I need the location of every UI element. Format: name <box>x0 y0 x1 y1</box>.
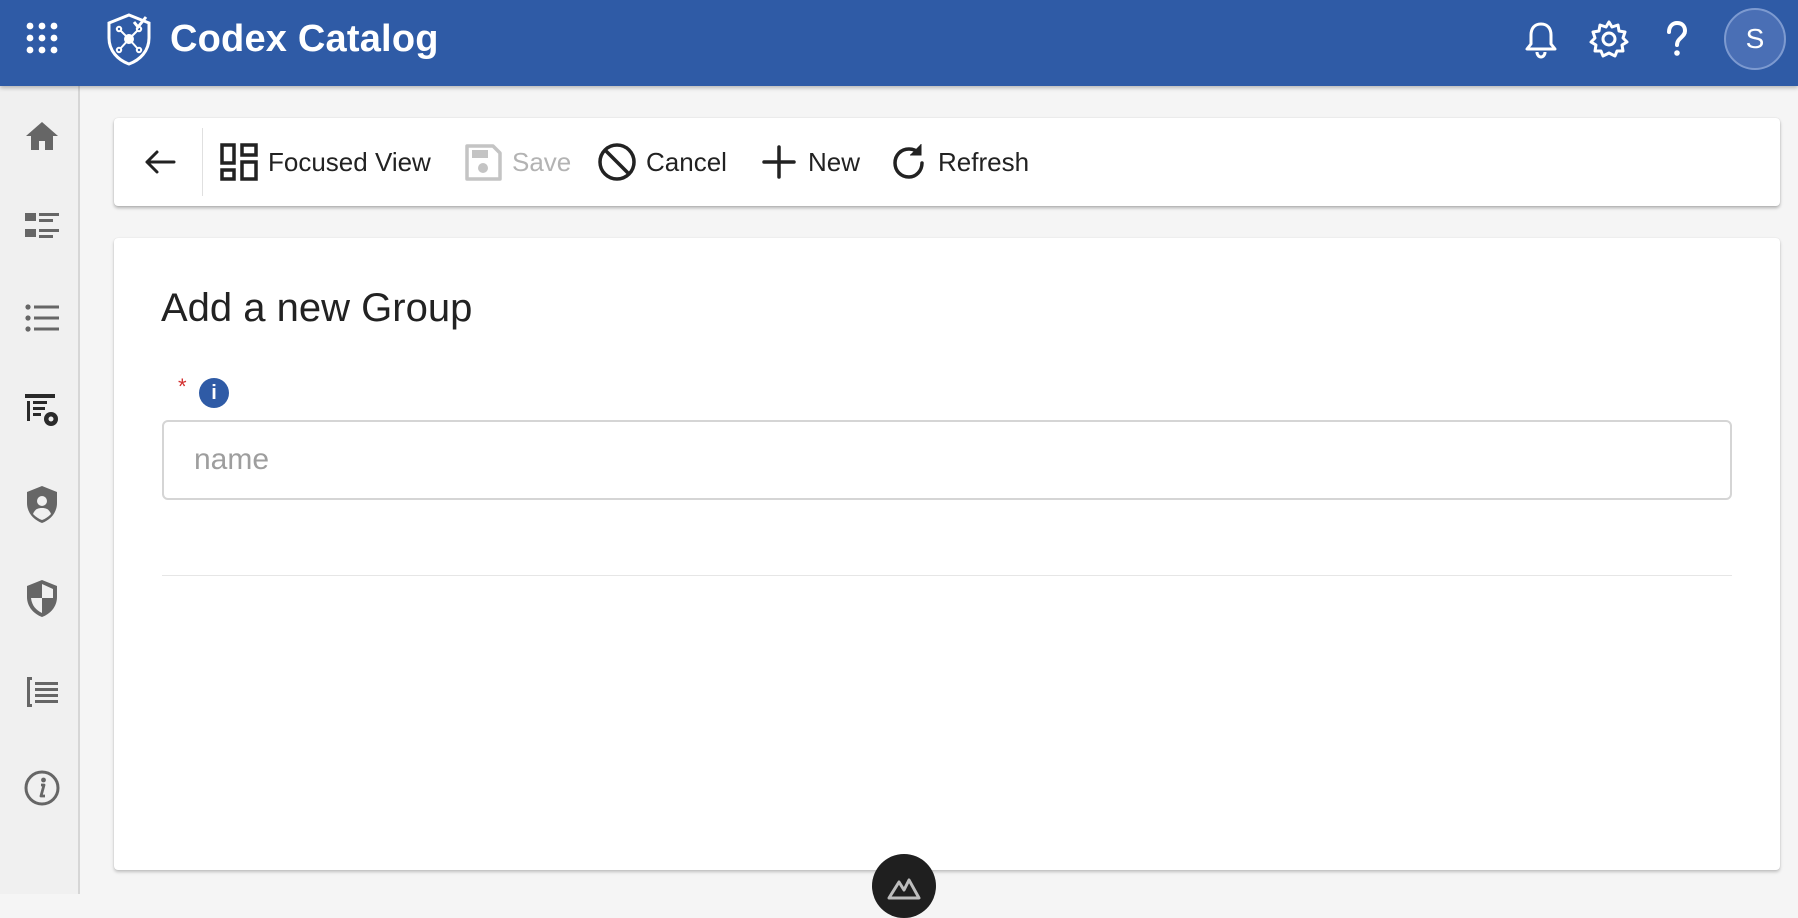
dashboard-grid-icon <box>220 143 258 181</box>
action-toolbar: Focused View Save Cancel New Refresh <box>114 118 1780 206</box>
user-shield-icon[interactable] <box>20 482 64 526</box>
required-marker: * <box>178 374 187 399</box>
arrow-left-icon[interactable] <box>140 142 180 182</box>
name-input[interactable] <box>162 420 1732 500</box>
gear-icon[interactable] <box>1588 18 1630 60</box>
info-circle-icon[interactable] <box>20 766 64 810</box>
focused-view-button[interactable]: Focused View <box>218 140 431 184</box>
save-button[interactable]: Save <box>462 140 571 184</box>
cancel-label: Cancel <box>646 146 727 177</box>
dashboard-list-icon[interactable] <box>20 204 64 248</box>
refresh-icon <box>893 144 924 179</box>
table-settings-icon[interactable] <box>20 388 64 432</box>
app-title: Codex Catalog <box>170 18 439 60</box>
side-navigation <box>0 86 80 894</box>
shield-logo-icon <box>107 13 151 66</box>
help-icon[interactable] <box>1656 18 1698 60</box>
refresh-label: Refresh <box>938 146 1030 177</box>
app-bar: Codex Catalog S <box>0 0 1798 86</box>
user-avatar[interactable]: S <box>1724 8 1786 70</box>
apps-grid-icon[interactable] <box>24 20 60 56</box>
mountain-logo-icon <box>887 878 921 900</box>
info-icon[interactable]: i <box>199 378 229 408</box>
floppy-disk-icon <box>465 144 502 181</box>
page-title: Add a new Group <box>161 286 473 330</box>
new-button[interactable]: New <box>758 140 860 184</box>
new-label: New <box>808 146 861 177</box>
refresh-button[interactable]: Refresh <box>888 140 1029 184</box>
save-label: Save <box>512 146 572 177</box>
block-icon <box>598 143 636 181</box>
plus-icon <box>762 145 796 179</box>
shield-half-icon[interactable] <box>20 576 64 620</box>
form-divider <box>162 575 1732 576</box>
floating-logo-button[interactable] <box>872 854 936 918</box>
form-card: Add a new Group * i <box>114 238 1780 870</box>
bracket-list-icon[interactable] <box>20 670 64 714</box>
bell-icon[interactable] <box>1520 18 1562 60</box>
home-icon[interactable] <box>20 114 64 158</box>
cancel-button[interactable]: Cancel <box>596 140 727 184</box>
list-icon[interactable] <box>20 296 64 340</box>
focused-view-label: Focused View <box>268 146 431 177</box>
toolbar-divider <box>202 128 203 196</box>
